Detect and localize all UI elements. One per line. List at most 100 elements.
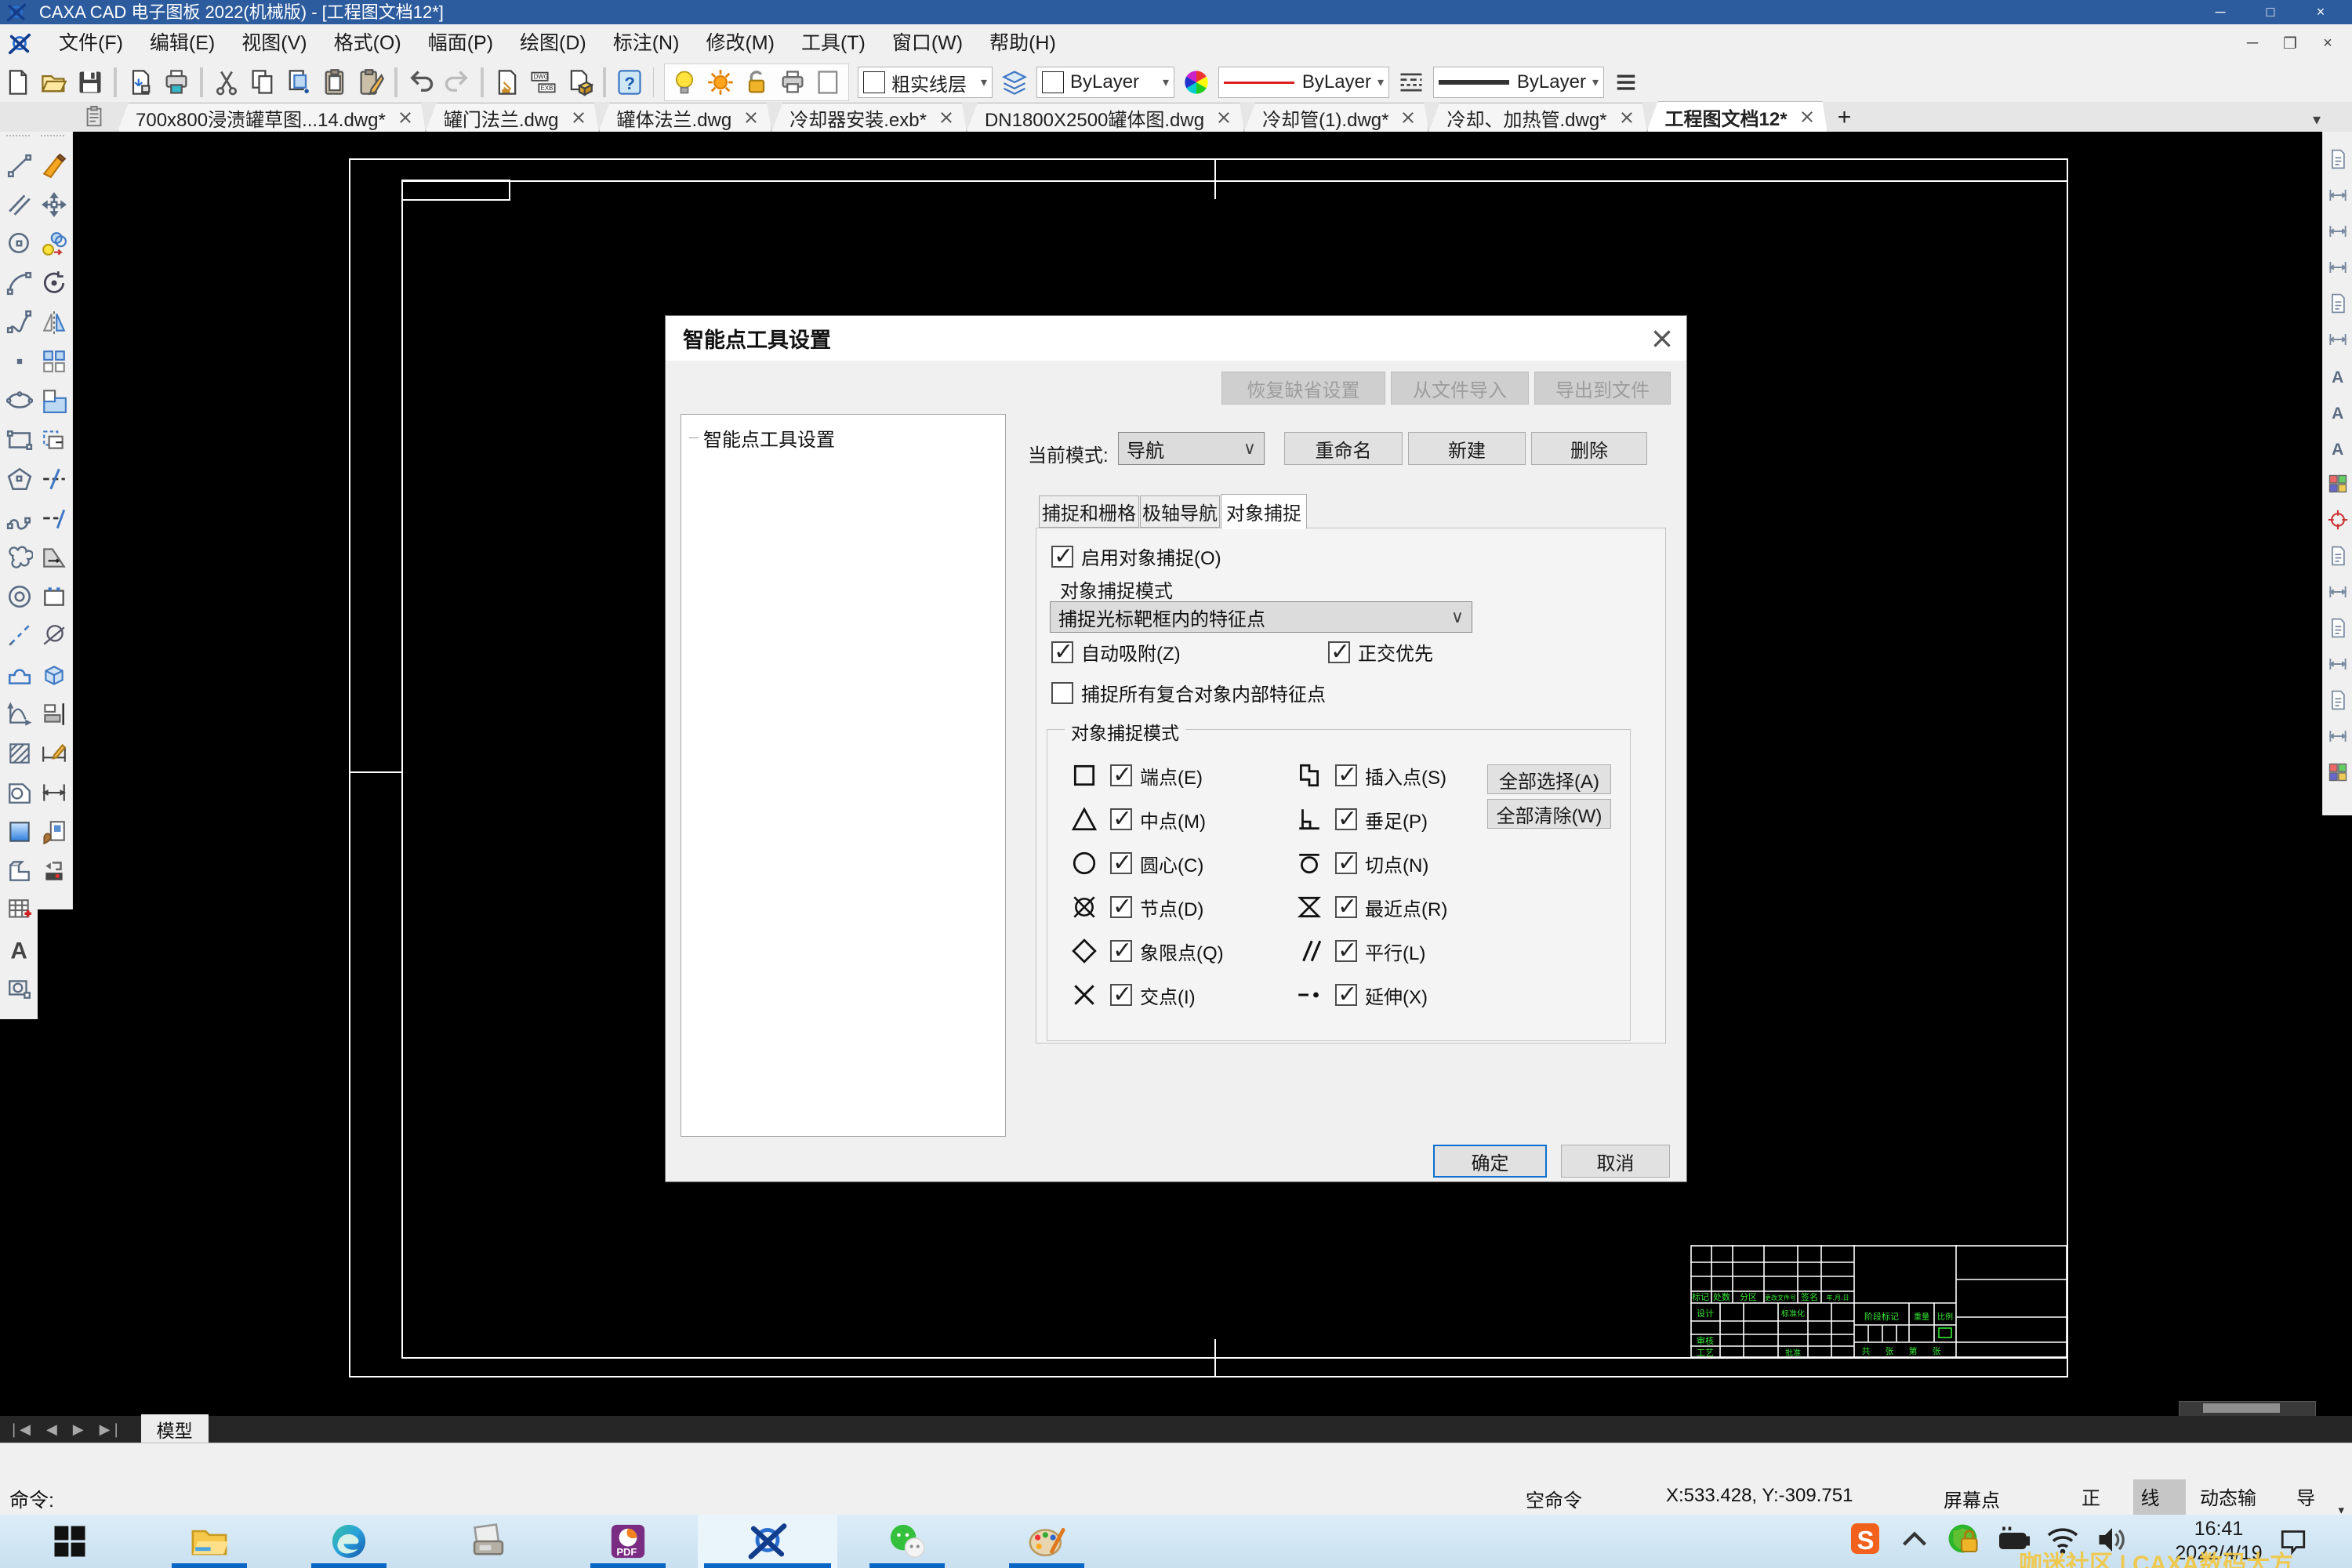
draw-tool-button[interactable] bbox=[5, 856, 34, 886]
taskbar-app[interactable] bbox=[977, 1515, 1116, 1568]
snap-option[interactable]: ✓ 延伸(X) bbox=[1296, 973, 1447, 1017]
annotation-tool-button[interactable] bbox=[2325, 147, 2350, 172]
toolbar-button[interactable] bbox=[319, 67, 350, 98]
document-tab[interactable]: 冷却器安装.exb* bbox=[771, 103, 967, 132]
draw-tool-button[interactable] bbox=[5, 268, 34, 298]
dialog-title-bar[interactable]: 智能点工具设置 bbox=[666, 316, 1686, 361]
draw-tool-button[interactable] bbox=[5, 503, 34, 533]
draw-tool-button[interactable] bbox=[5, 543, 34, 572]
draw-tool-button[interactable] bbox=[5, 660, 34, 690]
draw-tool-button[interactable] bbox=[5, 151, 34, 180]
menu-item[interactable]: 绘图(D) bbox=[506, 24, 600, 63]
tray-icon[interactable] bbox=[1945, 1521, 1983, 1559]
checkbox[interactable]: ✓ bbox=[1335, 896, 1357, 918]
app-icon[interactable] bbox=[49, 1521, 90, 1562]
draw-tool-button[interactable] bbox=[5, 347, 34, 376]
checkbox[interactable]: ✓ bbox=[1110, 764, 1132, 786]
taskbar-app[interactable] bbox=[279, 1515, 419, 1568]
auto-snap-checkbox[interactable]: ✓ 自动吸附(Z) bbox=[1051, 638, 1181, 666]
toolbar-button[interactable] bbox=[161, 67, 192, 98]
command-prompt[interactable]: 命令: bbox=[9, 1485, 54, 1513]
modify-tool-button[interactable] bbox=[39, 699, 69, 729]
toolbar-button[interactable] bbox=[74, 67, 106, 98]
snap-option[interactable]: ✓ 节点(D) bbox=[1071, 885, 1224, 929]
display-tool-button[interactable] bbox=[777, 67, 808, 98]
document-tab[interactable]: 700x800浸渍罐草图...14.dwg* bbox=[118, 103, 426, 132]
tab-snap-grid[interactable]: 捕捉和栅格 bbox=[1039, 495, 1139, 528]
menu-item[interactable]: 编辑(E) bbox=[136, 24, 228, 63]
tab-close-icon[interactable] bbox=[742, 109, 760, 126]
toolbar-button[interactable] bbox=[38, 67, 70, 98]
checkbox[interactable]: ✓ bbox=[1335, 984, 1357, 1006]
snap-option[interactable]: ✓ 端点(E) bbox=[1071, 753, 1224, 797]
document-tab[interactable]: 罐体法兰.dwg bbox=[599, 103, 772, 132]
tab-close-icon[interactable] bbox=[1618, 109, 1635, 126]
modify-tool-button[interactable] bbox=[39, 268, 69, 298]
next-layout-icon[interactable]: ▶ bbox=[73, 1421, 84, 1438]
toolbar-button[interactable] bbox=[125, 67, 156, 98]
draw-tool-button[interactable] bbox=[5, 229, 34, 259]
select-all-button[interactable]: 全部选择(A) bbox=[1487, 764, 1611, 794]
draw-tool-button[interactable] bbox=[5, 895, 34, 925]
toolbar-button[interactable] bbox=[247, 67, 278, 98]
toolbar-button[interactable] bbox=[200, 67, 203, 97]
app-icon[interactable] bbox=[468, 1521, 509, 1562]
toolbar-button[interactable] bbox=[114, 67, 117, 97]
draw-tool-button[interactable] bbox=[5, 582, 34, 612]
new-button[interactable]: 新建 bbox=[1408, 432, 1526, 465]
tab-close-icon[interactable] bbox=[1215, 109, 1232, 126]
color-wheel-icon[interactable] bbox=[1181, 67, 1212, 98]
maximize-button[interactable]: □ bbox=[2245, 0, 2296, 24]
draw-tool-button[interactable] bbox=[5, 739, 34, 768]
snap-option[interactable]: ✓ 交点(I) bbox=[1071, 973, 1224, 1017]
annotation-tool-button[interactable] bbox=[2325, 724, 2350, 749]
document-tab[interactable]: 工程图文档12* bbox=[1647, 101, 1828, 132]
toolbar-button[interactable] bbox=[355, 67, 387, 98]
toolbar-button[interactable] bbox=[481, 67, 484, 97]
snap-option[interactable]: ✓ 中点(M) bbox=[1071, 797, 1224, 841]
snap-option[interactable]: ✓ 象限点(Q) bbox=[1071, 929, 1224, 973]
menu-item[interactable]: 幅面(P) bbox=[415, 24, 506, 63]
modify-tool-button[interactable] bbox=[39, 386, 69, 416]
menu-item[interactable]: 工具(T) bbox=[788, 24, 879, 63]
tab-close-icon[interactable] bbox=[570, 109, 587, 126]
modify-tool-button[interactable] bbox=[39, 503, 69, 533]
toolbar-button[interactable] bbox=[603, 67, 606, 97]
annotation-tool-button[interactable]: A bbox=[2325, 399, 2350, 424]
menu-item[interactable]: 帮助(H) bbox=[976, 24, 1069, 63]
app-icon[interactable] bbox=[887, 1521, 927, 1562]
toolbar-button[interactable] bbox=[283, 67, 314, 98]
checkbox[interactable]: ✓ bbox=[1110, 940, 1132, 962]
modify-tool-button[interactable] bbox=[39, 151, 69, 180]
first-layout-icon[interactable]: ❘◀ bbox=[8, 1421, 31, 1438]
annotation-tool-button[interactable] bbox=[2325, 219, 2350, 244]
linetype-manager-icon[interactable] bbox=[1396, 67, 1427, 98]
modify-tool-button[interactable] bbox=[39, 739, 69, 768]
draw-tool-button[interactable] bbox=[5, 621, 34, 651]
compound-snap-checkbox[interactable]: ✓ 捕捉所有复合对象内部特征点 bbox=[1051, 679, 1326, 706]
menu-item[interactable]: 文件(F) bbox=[45, 24, 136, 63]
checkbox[interactable]: ✓ bbox=[1051, 641, 1073, 663]
modify-tool-button[interactable] bbox=[39, 778, 69, 808]
display-tool-button[interactable] bbox=[705, 67, 736, 98]
menu-item[interactable]: 视图(V) bbox=[228, 24, 320, 63]
document-tab[interactable]: 冷却管(1).dwg* bbox=[1244, 103, 1428, 132]
app-icon[interactable] bbox=[1026, 1521, 1067, 1562]
doc-minimize-button[interactable]: ─ bbox=[2236, 28, 2269, 58]
modify-tool-button[interactable] bbox=[39, 464, 69, 494]
draw-tool-button[interactable] bbox=[5, 307, 34, 337]
menu-item[interactable]: 格式(O) bbox=[321, 24, 415, 63]
toolbar-button[interactable] bbox=[211, 67, 242, 98]
toolbar-button[interactable] bbox=[492, 67, 523, 98]
checkbox[interactable]: ✓ bbox=[1110, 852, 1132, 874]
annotation-tool-button[interactable] bbox=[2325, 579, 2350, 604]
taskbar-app[interactable] bbox=[419, 1515, 558, 1568]
toolbar-button[interactable] bbox=[441, 67, 473, 98]
draw-tool-button[interactable] bbox=[5, 425, 34, 455]
taskbar-app[interactable] bbox=[140, 1515, 279, 1568]
annotation-tool-button[interactable] bbox=[2325, 183, 2350, 208]
color-combo[interactable]: ByLayer ▾ bbox=[1036, 67, 1174, 98]
tab-overflow-icon[interactable]: ▾ bbox=[2313, 110, 2321, 129]
display-tool-button[interactable] bbox=[741, 67, 772, 98]
annotation-tool-button[interactable] bbox=[2325, 327, 2350, 352]
